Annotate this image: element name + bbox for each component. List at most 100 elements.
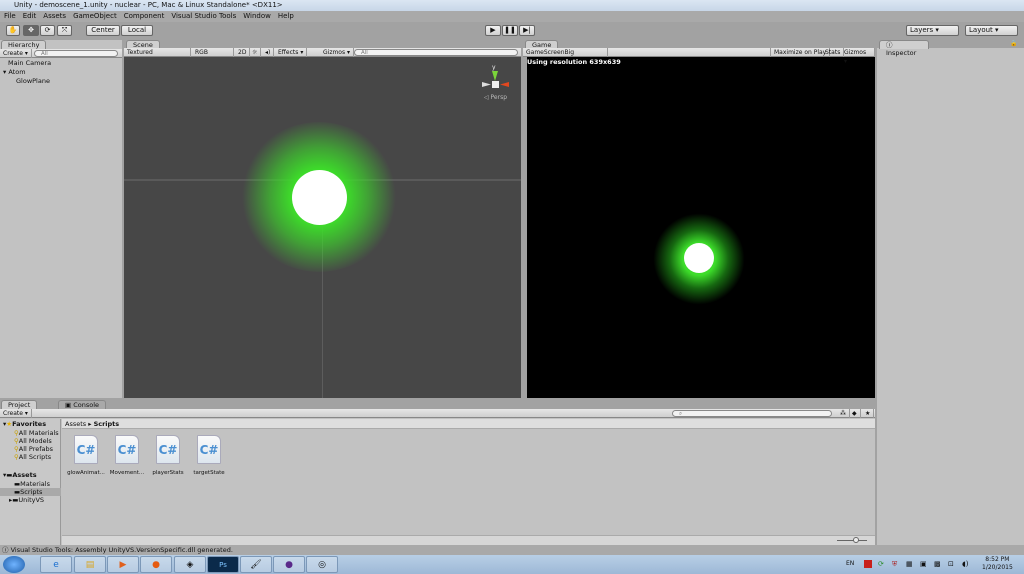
hierarchy-create-button[interactable]: Create ▾ [0, 49, 32, 58]
x-axis-cone-icon[interactable] [500, 82, 509, 87]
favorite-all-models[interactable]: ⚲All Models [14, 437, 52, 445]
app-icon[interactable]: ◎ [306, 556, 338, 573]
folder-unityvs[interactable]: ▸▬UnityVS [9, 496, 44, 504]
tab-console[interactable]: ▣ Console [58, 400, 107, 409]
game-gizmos-dropdown[interactable]: Gizmos ▾ [841, 48, 875, 65]
shading-dropdown[interactable]: Textured [124, 48, 191, 57]
filter-by-label-icon[interactable]: ◆ [849, 409, 861, 418]
script-file[interactable]: C# targetState [189, 435, 229, 476]
scene-toolbar: Textured RGB 2D ☼ ◂) Effects ▾ Gizmos ▾ … [124, 48, 521, 57]
csharp-file-icon: C# [197, 435, 221, 464]
monitor-tray-icon[interactable]: ▣ [920, 560, 927, 568]
volume-icon[interactable]: ◖) [962, 560, 968, 568]
internet-explorer-icon[interactable]: e [40, 556, 72, 573]
breadcrumb-scripts[interactable]: Scripts [94, 420, 120, 428]
folder-materials[interactable]: ▬Materials [14, 480, 50, 488]
layout-dropdown[interactable]: Layout ▾ [965, 25, 1018, 36]
scene-panel: Scene Textured RGB 2D ☼ ◂) Effects ▾ Giz… [124, 40, 521, 398]
hierarchy-search-input[interactable]: All [34, 50, 118, 57]
scale-tool-icon[interactable]: ⤧ [57, 25, 72, 36]
hierarchy-toolbar: Create ▾ All [0, 49, 122, 58]
effects-dropdown[interactable]: Effects ▾ [275, 48, 308, 57]
layout-label: Layout [969, 26, 993, 34]
favorite-all-materials[interactable]: ⚲All Materials [14, 429, 59, 437]
menu-edit[interactable]: Edit [23, 11, 37, 22]
status-bar[interactable]: ⓘ Visual Studio Tools: Assembly UnityVS.… [0, 545, 1024, 555]
pivot-local-button[interactable]: Local [121, 25, 153, 36]
start-button-icon[interactable] [3, 556, 25, 573]
acrobat-tray-icon[interactable] [864, 560, 872, 568]
media-player-icon[interactable]: ▶ [107, 556, 139, 573]
menu-window[interactable]: Window [243, 11, 271, 22]
rotate-tool-icon[interactable]: ⟳ [40, 25, 55, 36]
hierarchy-item-main-camera[interactable]: Main Camera [8, 59, 51, 67]
move-tool-icon[interactable]: ✥ [23, 25, 39, 36]
script-file[interactable]: C# glowAnimat... [66, 435, 106, 476]
file-name: playerStats [152, 470, 184, 476]
z-axis-cone-icon[interactable] [482, 82, 491, 87]
render-mode-dropdown[interactable]: RGB [192, 48, 234, 57]
layers-dropdown[interactable]: Layers ▾ [906, 25, 959, 36]
gizmos-dropdown[interactable]: Gizmos ▾ [320, 48, 355, 57]
atom-sphere[interactable] [292, 170, 347, 225]
game-atom-sphere [684, 243, 714, 273]
menu-help[interactable]: Help [278, 11, 294, 22]
sync-tray-icon[interactable]: ⟳ [878, 560, 884, 568]
menu-component[interactable]: Component [124, 11, 165, 22]
scene-orientation-gizmo[interactable]: y ◁ Persp [480, 64, 510, 104]
layers-label: Layers [910, 26, 934, 34]
perspective-label[interactable]: ◁ Persp [484, 94, 507, 101]
unity-icon[interactable]: ◈ [174, 556, 206, 573]
gizmo-center-cube[interactable] [492, 81, 499, 88]
step-button[interactable]: ▶| [519, 25, 535, 36]
menu-file[interactable]: File [4, 11, 16, 22]
main-toolbar: ✋ ✥ ⟳ ⤧ Center Local ▶ ❚❚ ▶| Layers ▾ La… [0, 22, 1024, 39]
menu-assets[interactable]: Assets [43, 11, 66, 22]
pause-button[interactable]: ❚❚ [502, 25, 518, 36]
lighting-toggle-icon[interactable]: ☼ [249, 48, 262, 57]
favorite-star-icon[interactable]: ★ [862, 409, 875, 418]
shield-tray-icon[interactable]: ⛨ [892, 560, 897, 569]
project-search-input[interactable]: ⌕ [672, 410, 832, 417]
game-toolbar: GameScreenBig (1280x128 ▾ Maximize on Pl… [523, 48, 875, 65]
hand-tool-icon[interactable]: ✋ [6, 25, 20, 36]
resolution-dropdown[interactable]: GameScreenBig (1280x128 ▾ [523, 48, 608, 65]
icon-size-slider-thumb[interactable] [853, 537, 859, 543]
folder-scripts[interactable]: ▬Scripts [0, 488, 61, 496]
display-tray-icon[interactable]: ▩ [934, 560, 941, 568]
firefox-icon[interactable]: ● [140, 556, 172, 573]
paint-icon[interactable]: 🖌 [240, 556, 272, 573]
connection-tray-icon[interactable]: ⊡ [948, 560, 954, 568]
menu-visual-studio-tools[interactable]: Visual Studio Tools [171, 11, 236, 22]
language-indicator[interactable]: EN [846, 560, 854, 567]
pivot-center-button[interactable]: Center [86, 25, 120, 36]
tab-hierarchy[interactable]: Hierarchy [1, 40, 47, 49]
project-tree: ▾★Favorites ⚲All Materials ⚲All Models ⚲… [0, 419, 61, 545]
tab-inspector[interactable]: ⓘ Inspector [879, 40, 929, 57]
menu-gameobject[interactable]: GameObject [73, 11, 117, 22]
scene-search-input[interactable]: All [354, 49, 518, 56]
photoshop-icon[interactable]: Ps [207, 556, 239, 573]
clock[interactable]: 8:52 PM 1/20/2015 [982, 556, 1013, 572]
breadcrumb-assets[interactable]: Assets [65, 420, 86, 428]
audio-toggle-icon[interactable]: ◂) [262, 48, 275, 57]
y-axis-cone-icon[interactable] [492, 71, 498, 81]
hierarchy-item-atom[interactable]: ▾ Atom [3, 68, 26, 76]
script-file[interactable]: C# playerStats [148, 435, 188, 476]
play-button[interactable]: ▶ [485, 25, 501, 36]
resolution-overlay-text: Using resolution 639x639 [527, 58, 621, 66]
project-footer [62, 535, 875, 545]
icon-size-slider[interactable] [837, 540, 867, 541]
favorite-all-prefabs[interactable]: ⚲All Prefabs [14, 445, 53, 453]
tree-favorites[interactable]: ▾★Favorites [3, 420, 46, 428]
hierarchy-item-glowplane[interactable]: GlowPlane [16, 77, 50, 85]
visual-studio-icon[interactable]: ● [273, 556, 305, 573]
file-explorer-icon[interactable]: ▤ [74, 556, 106, 573]
tree-assets[interactable]: ▾▬Assets [3, 471, 37, 479]
network-tray-icon[interactable]: ▦ [906, 560, 913, 568]
favorite-all-scripts[interactable]: ⚲All Scripts [14, 453, 51, 461]
lock-icon[interactable]: 🔒 [1010, 40, 1017, 47]
project-create-button[interactable]: Create ▾ [0, 409, 32, 418]
script-file[interactable]: C# Movement... [107, 435, 147, 476]
tab-project[interactable]: Project [1, 400, 38, 409]
